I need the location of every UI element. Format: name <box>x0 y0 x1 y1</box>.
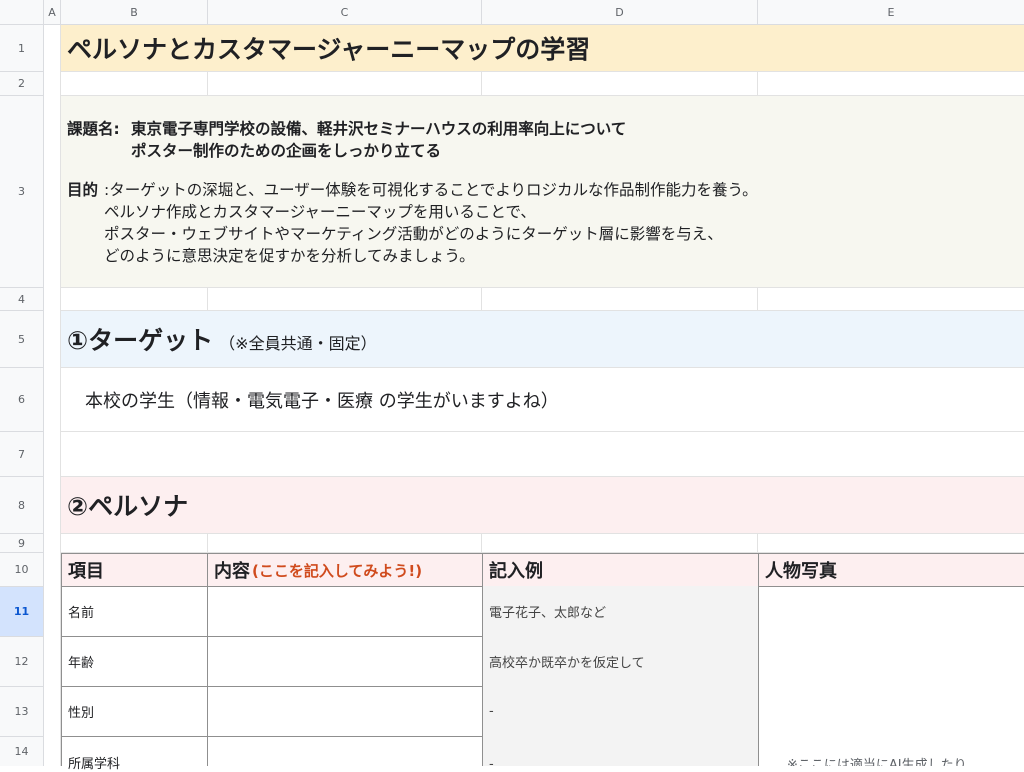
photo-note: ※ここには適当にAI生成したり <box>787 758 967 766</box>
select-all-corner[interactable] <box>0 0 44 25</box>
row-header-14[interactable]: 14 <box>0 737 44 766</box>
purpose-line-4: どのように意思決定を促すかを分析してみましょう。 <box>104 247 475 265</box>
section-target-heading: ①ターゲット （※全員共通・固定） <box>67 326 377 355</box>
table-row-content[interactable] <box>207 636 483 687</box>
cell-b9[interactable] <box>61 534 208 553</box>
table-row-item[interactable]: 年齢 <box>61 636 208 687</box>
row-header-2[interactable]: 2 <box>0 72 44 96</box>
row-header-9[interactable]: 9 <box>0 534 44 553</box>
column-header-c[interactable]: C <box>208 0 482 25</box>
cell-b2[interactable] <box>61 72 208 96</box>
purpose-label: 目的 <box>67 181 99 199</box>
row-header-5[interactable]: 5 <box>0 311 44 368</box>
cell-d2[interactable] <box>482 72 758 96</box>
assignment-line-2: ポスター制作のための企画をしっかり立てる <box>131 142 442 160</box>
purpose-line-1: :ターゲットの深堀と、ユーザー体験を可視化することでよりロジカルな作品制作能力を… <box>104 181 758 199</box>
cell-b4[interactable] <box>61 288 208 311</box>
table-row-item[interactable]: 名前 <box>61 586 208 637</box>
row-header-1[interactable]: 1 <box>0 25 44 72</box>
target-text: 本校の学生（情報・電気電子・医療 の学生がいますよね） <box>85 390 559 412</box>
row-header-6[interactable]: 6 <box>0 368 44 432</box>
cell-c4[interactable] <box>208 288 482 311</box>
table-header-photo[interactable]: 人物写真 <box>758 553 1024 587</box>
row-header-3[interactable]: 3 <box>0 96 44 288</box>
table-row-item[interactable]: 所属学科 <box>61 736 208 772</box>
cell-e4[interactable] <box>758 288 1024 311</box>
table-header-content-label: 内容 <box>214 561 250 582</box>
target-text-cell[interactable]: 本校の学生（情報・電気電子・医療 の学生がいますよね） <box>61 368 1024 432</box>
cell-e9[interactable] <box>758 534 1024 553</box>
table-row-example[interactable]: 高校卒か既卒かを仮定して <box>482 636 759 687</box>
column-header-a[interactable]: A <box>44 0 61 25</box>
column-header-d[interactable]: D <box>482 0 758 25</box>
section-target-note: （※全員共通・固定） <box>219 334 377 353</box>
row-header-12[interactable]: 12 <box>0 637 44 687</box>
photo-cell[interactable]: ※ここには適当にAI生成したり <box>758 586 1024 766</box>
table-row-content[interactable] <box>207 736 483 766</box>
description-cell[interactable]: 課題名: 東京電子専門学校の設備、軽井沢セミナーハウスの利用率向上について ポス… <box>61 96 1024 288</box>
page-title: ペルソナとカスタマージャーニーマップの学習 <box>67 35 591 64</box>
table-row-content[interactable] <box>207 686 483 737</box>
table-header-example[interactable]: 記入例 <box>482 553 759 587</box>
purpose-line-2: ペルソナ作成とカスタマージャーニーマップを用いることで、 <box>104 203 536 221</box>
row-header-7[interactable]: 7 <box>0 432 44 477</box>
table-row-example[interactable]: - <box>482 736 759 772</box>
table-header-item[interactable]: 項目 <box>61 553 208 587</box>
row-header-10[interactable]: 10 <box>0 553 44 587</box>
table-row-example[interactable]: 電子花子、太郎など <box>482 586 759 637</box>
row-header-13[interactable]: 13 <box>0 687 44 737</box>
title-cell[interactable]: ペルソナとカスタマージャーニーマップの学習 <box>61 25 1024 72</box>
purpose-line-3: ポスター・ウェブサイトやマーケティング活動がどのようにターゲット層に影響を与え、 <box>104 225 723 243</box>
cell-c2[interactable] <box>208 72 482 96</box>
table-row-example[interactable]: - <box>482 686 759 737</box>
table-header-content-hint: (ここを記入してみよう!) <box>252 561 423 580</box>
assignment-label: 課題名: <box>67 120 120 138</box>
row-header-8[interactable]: 8 <box>0 477 44 534</box>
table-header-content[interactable]: 内容 (ここを記入してみよう!) <box>207 553 483 587</box>
row-header-11[interactable]: 11 <box>0 587 44 637</box>
cell-row-7[interactable] <box>61 432 1024 477</box>
cell-d9[interactable] <box>482 534 758 553</box>
column-header-b[interactable]: B <box>61 0 208 25</box>
table-row-content[interactable] <box>207 586 483 637</box>
table-row-item[interactable]: 性別 <box>61 686 208 737</box>
section-persona-cell[interactable]: ②ペルソナ <box>61 477 1024 534</box>
section-target-cell[interactable]: ①ターゲット （※全員共通・固定） <box>61 311 1024 368</box>
cell-d4[interactable] <box>482 288 758 311</box>
cell-e2[interactable] <box>758 72 1024 96</box>
row-header-4[interactable]: 4 <box>0 288 44 311</box>
cell-c9[interactable] <box>208 534 482 553</box>
column-header-e[interactable]: E <box>758 0 1024 25</box>
column-a-cells[interactable] <box>44 25 61 766</box>
section-persona-heading: ②ペルソナ <box>67 492 189 521</box>
assignment-line-1: 東京電子専門学校の設備、軽井沢セミナーハウスの利用率向上について <box>131 120 627 138</box>
